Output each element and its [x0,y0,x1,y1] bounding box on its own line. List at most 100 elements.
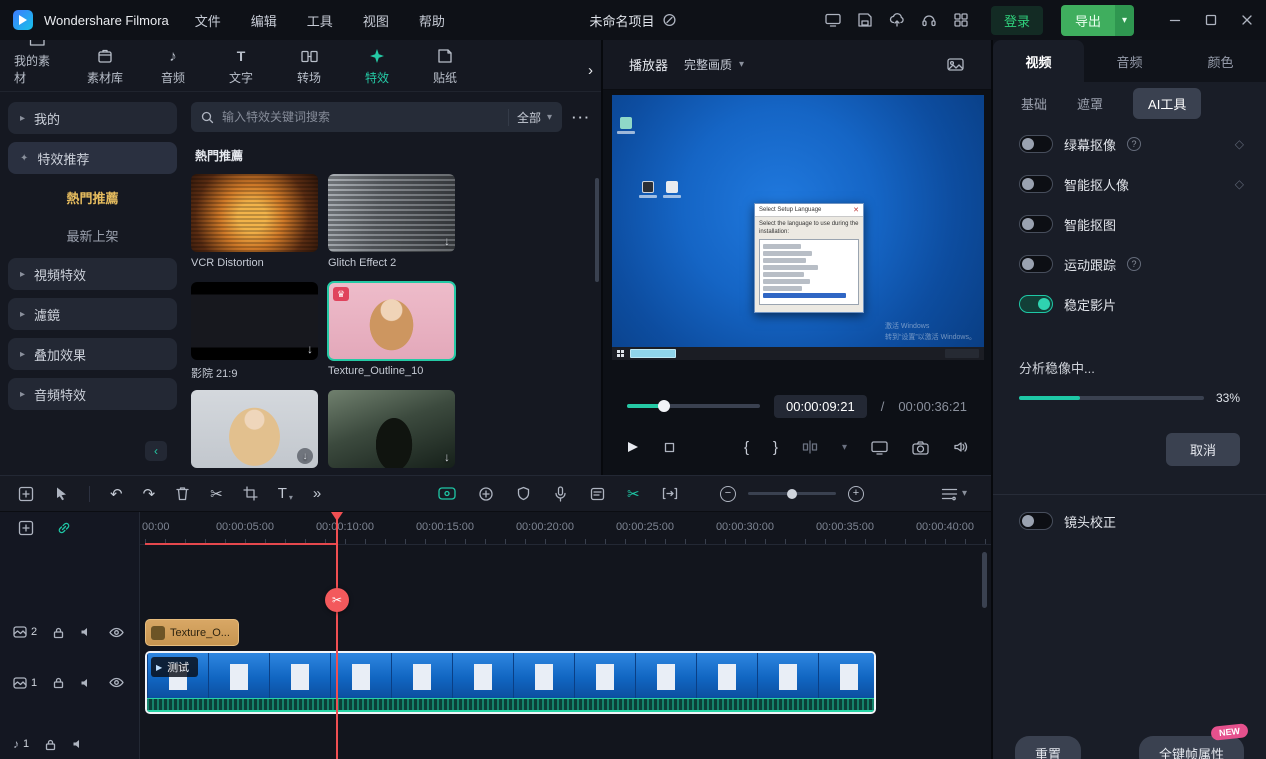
mask-shield-icon[interactable] [516,486,531,501]
play-button[interactable] [625,440,639,454]
link-clips-icon[interactable] [56,520,72,536]
effect-item[interactable]: ↓ 影院 21:9 [191,282,318,378]
redo-icon[interactable]: ↷ [143,485,156,503]
delete-icon[interactable] [175,486,190,501]
menu-view[interactable]: 视图 [363,11,389,30]
effect-item[interactable]: ↓ [328,390,455,486]
tab-video-props[interactable]: 视频 [993,40,1084,82]
apps-grid-icon[interactable] [953,12,969,28]
lock-track-icon[interactable] [52,626,65,639]
text-tool-icon[interactable]: T▾ [278,485,293,502]
pointer-tool-icon[interactable] [54,486,69,501]
more-options-button[interactable]: ··· [572,110,591,125]
chevron-down-icon[interactable]: ▾ [962,488,967,499]
screen-recorder-icon[interactable] [825,12,841,28]
seek-slider[interactable] [627,404,760,408]
ripple-edit-icon[interactable] [662,487,678,500]
timeline-scrollbar[interactable] [982,552,987,608]
help-icon[interactable]: ? [1127,137,1141,151]
chevron-down-icon[interactable]: ▾ [842,442,847,453]
menu-tools[interactable]: 工具 [307,11,333,30]
snapshot-camera-icon[interactable] [912,440,929,455]
reset-button[interactable]: 重置 [1015,736,1081,759]
sidebar-item-overlays[interactable]: ▸ 叠加效果 [8,338,177,370]
hide-track-icon[interactable] [109,627,124,638]
maximize-button[interactable] [1204,13,1218,27]
lock-track-icon[interactable] [44,738,57,751]
zoom-in-button[interactable]: + [848,486,864,502]
ai-enhance-icon[interactable] [478,486,494,502]
zoom-out-button[interactable]: − [720,486,736,502]
tab-effects[interactable]: 特效 [354,47,400,86]
split-preview-icon[interactable] [802,440,818,454]
sidebar-subitem-hot[interactable]: 熱門推薦 [8,182,177,212]
effect-item[interactable]: ↓ [191,390,318,486]
playhead[interactable]: ✂ [336,512,338,759]
export-button[interactable]: 导出 ▾ [1061,5,1134,36]
tab-color-props[interactable]: 颜色 [1175,40,1266,82]
menu-edit[interactable]: 编辑 [251,11,277,30]
timeline-zoom-slider[interactable] [748,492,836,495]
sidebar-item-recommended[interactable]: ✦ 特效推荐 [8,142,177,174]
effect-thumbnail[interactable]: ↓ [191,390,318,468]
add-marker-icon[interactable] [18,520,34,536]
compare-view-icon[interactable] [947,57,965,73]
search-filter-dropdown[interactable]: 全部 ▾ [508,109,552,126]
effect-thumbnail[interactable]: ↓ [328,390,455,468]
keyframe-diamond-icon[interactable]: ◇ [1235,177,1244,191]
sidebar-item-filters[interactable]: ▸ 濾鏡 [8,298,177,330]
search-input[interactable] [222,110,500,124]
hide-track-icon[interactable] [109,677,124,688]
effect-item[interactable]: ♛ Texture_Outline_10 [328,282,455,378]
tabs-expand-chevron-icon[interactable]: › [588,62,593,79]
keyframe-diamond-icon[interactable]: ◇ [1235,137,1244,151]
mute-track-icon[interactable] [80,677,94,689]
display-device-icon[interactable] [871,440,888,455]
effect-item[interactable]: VCR Distortion [191,174,318,270]
all-keyframes-button[interactable]: 全键帧属性 NEW [1139,736,1244,759]
minimize-button[interactable] [1168,13,1182,27]
stabilization-toggle[interactable] [1019,295,1053,313]
stop-button[interactable] [663,441,676,454]
effect-thumbnail[interactable] [191,174,318,252]
cloud-upload-icon[interactable] [889,12,905,28]
cancel-button[interactable]: 取消 [1166,433,1240,466]
motion-tracking-toggle[interactable] [1019,255,1053,273]
login-button[interactable]: 登录 [991,6,1043,35]
effect-thumbnail[interactable]: ↓ [328,174,455,252]
support-headset-icon[interactable] [921,12,937,28]
timeline-ruler[interactable]: 00:00 00:00:05:00 00:00:10:00 00:00:15:0… [140,512,991,545]
voiceover-mic-icon[interactable] [553,486,568,502]
subtab-mask[interactable]: 遮罩 [1077,94,1103,113]
greenscreen-toggle[interactable] [1019,135,1053,153]
mute-track-icon[interactable] [80,626,94,638]
effects-scrollbar[interactable] [595,178,599,282]
help-icon[interactable]: ? [1127,257,1141,271]
smart-cutout-toggle[interactable] [1019,215,1053,233]
lock-track-icon[interactable] [52,676,65,689]
seek-knob[interactable] [658,400,670,412]
split-at-playhead-button[interactable]: ✂ [325,588,349,612]
menu-file[interactable]: 文件 [195,11,221,30]
export-label[interactable]: 导出 [1061,5,1115,36]
more-tools-icon[interactable]: » [313,485,321,502]
pip-clip[interactable]: Texture_O... [145,619,239,646]
tab-stickers[interactable]: 贴纸 [422,47,468,86]
tab-stock-library[interactable]: 素材库 [82,47,128,86]
sidebar-subitem-newest[interactable]: 最新上架 [8,220,177,250]
undo-icon[interactable]: ↶ [110,485,123,503]
tab-audio[interactable]: ♪ 音频 [150,47,196,86]
menu-help[interactable]: 帮助 [419,11,445,30]
portrait-cutout-toggle[interactable] [1019,175,1053,193]
quality-dropdown[interactable]: 完整画质 ▾ [684,56,744,73]
lens-correction-toggle[interactable] [1019,512,1053,530]
subtitle-notes-icon[interactable] [590,487,605,501]
track-manager-icon[interactable] [941,487,958,501]
crop-icon[interactable] [243,486,258,501]
effect-item[interactable]: ↓ Glitch Effect 2 [328,174,455,270]
subtab-ai-tools[interactable]: AI工具 [1133,88,1201,119]
sidebar-collapse-button[interactable]: ‹ [145,441,167,461]
close-button[interactable] [1240,13,1254,27]
zoom-knob[interactable] [787,489,797,499]
subtab-basic[interactable]: 基础 [1021,94,1047,113]
